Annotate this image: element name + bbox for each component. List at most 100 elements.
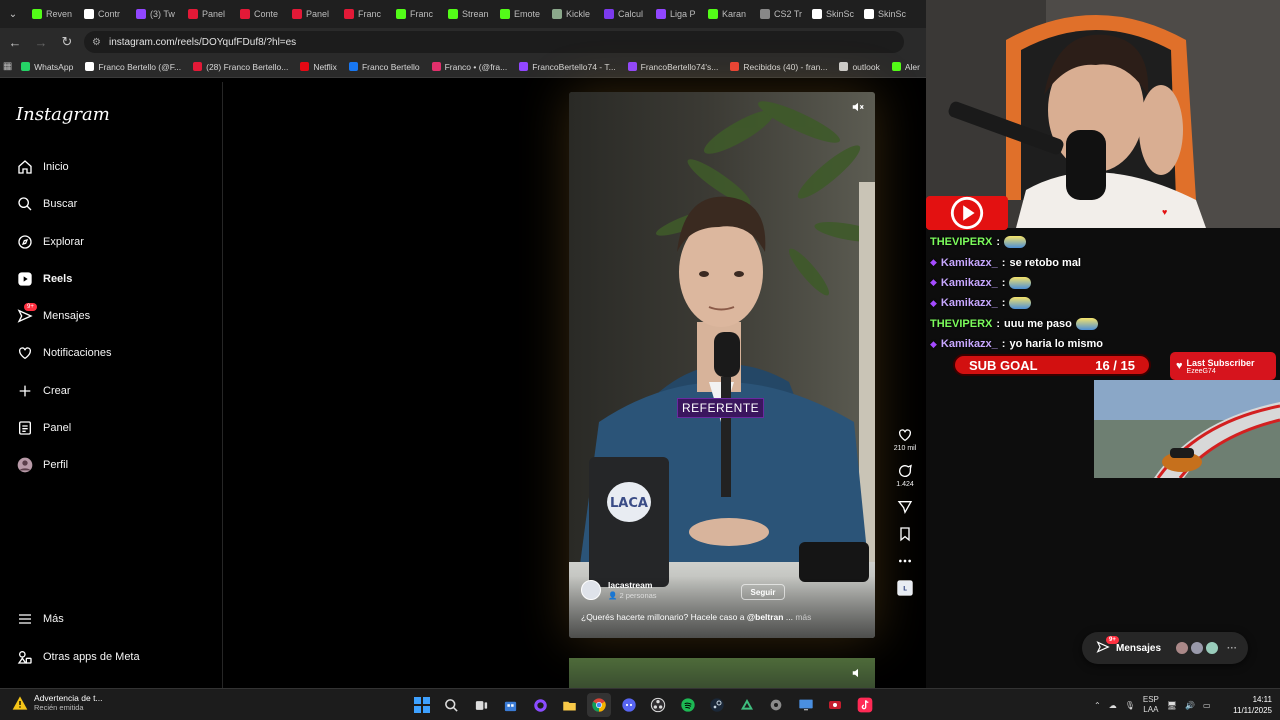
site-info-icon[interactable]: ⚙ (92, 37, 101, 48)
author-name[interactable]: lacastream (608, 580, 657, 590)
chevron-up-icon[interactable]: ⌃ (1094, 701, 1101, 710)
audio-thumbnail[interactable]: L (897, 580, 913, 596)
caption-more-link[interactable]: más (795, 612, 811, 622)
browser-tab[interactable]: (3) Tw (130, 0, 182, 28)
caption-mention[interactable]: @beltran (747, 612, 784, 622)
browser-tab[interactable]: Contr (78, 0, 130, 28)
chrome-icon[interactable] (587, 693, 611, 717)
bookmark-item[interactable]: outlook (833, 62, 885, 72)
apps-grid-icon[interactable]: ▦ (0, 61, 15, 72)
comment-button[interactable]: 1.424 (896, 463, 914, 488)
microphone-icon[interactable]: 🎙 (1125, 701, 1135, 710)
reel-video[interactable]: LACA REFERENTE lacastream 👤 2 personas S… (569, 92, 875, 638)
meta-apps-menu[interactable]: Otras apps de Meta (16, 643, 140, 671)
author-avatar[interactable] (581, 580, 601, 600)
network-icon[interactable]: 🖥 (1167, 701, 1177, 710)
share-button[interactable] (897, 499, 913, 515)
like-button[interactable]: 210 mil (894, 427, 916, 452)
reload-icon[interactable]: ↻ (56, 31, 78, 53)
messages-badge: 9+ (1106, 636, 1119, 644)
nav-item-notificaciones[interactable]: Notificaciones (16, 339, 111, 367)
settings-icon[interactable] (764, 693, 788, 717)
more-menu[interactable]: Más (16, 605, 64, 633)
cloud-icon[interactable]: ☁ (1109, 701, 1117, 710)
nav-item-mensajes[interactable]: 9+ Mensajes (16, 302, 90, 330)
game-launcher-icon[interactable] (735, 693, 759, 717)
browser-tab[interactable]: Conte (234, 0, 286, 28)
bookmark-item[interactable]: Franco • (@fra... (426, 62, 514, 72)
nav-item-panel[interactable]: Panel (16, 414, 71, 442)
nav-item-perfil[interactable]: Perfil (16, 451, 68, 479)
windows-start-icon[interactable] (410, 693, 434, 717)
back-icon[interactable]: ← (4, 31, 26, 53)
browser-tab[interactable]: Panel (286, 0, 338, 28)
next-reel-mute-icon[interactable] (851, 666, 865, 685)
copilot-icon[interactable] (528, 693, 552, 717)
browser-tab[interactable]: SkinSc (806, 0, 858, 28)
browser-tab[interactable]: Kickle (546, 0, 598, 28)
dashboard-icon (16, 420, 33, 437)
browser-tab[interactable]: Calcul (598, 0, 650, 28)
url-input[interactable]: ⚙ instagram.com/reels/DOYqufFDuf8/?hl=es (84, 31, 904, 53)
search-icon[interactable] (440, 693, 464, 717)
bookmark-item[interactable]: Franco Bertello (@F... (79, 62, 187, 72)
tiktok-icon[interactable] (853, 693, 877, 717)
taskbar-notification[interactable]: Advertencia de t... Recién emitida (12, 693, 103, 712)
instagram-logo[interactable]: Instagram (16, 104, 110, 125)
reel-author[interactable]: lacastream 👤 2 personas (581, 580, 657, 600)
store-icon[interactable] (499, 693, 523, 717)
browser-tab[interactable]: Panel (182, 0, 234, 28)
nav-item-inicio[interactable]: Inicio (16, 153, 69, 181)
nav-label: Explorar (43, 236, 84, 248)
language-indicator[interactable]: ESP LAA (1143, 695, 1159, 715)
bookmark-item[interactable]: FrancoBertello74's... (622, 62, 725, 72)
forward-icon[interactable]: → (30, 31, 52, 53)
nav-item-reels[interactable]: Reels (16, 265, 72, 293)
bookmark-item[interactable]: Aler (886, 62, 926, 72)
nav-item-explorar[interactable]: Explorar (16, 228, 84, 256)
emote-icon (1004, 236, 1027, 249)
bookmark-item[interactable]: WhatsApp (15, 62, 79, 72)
browser-tab[interactable]: Reven (26, 0, 78, 28)
nav-label: Crear (43, 385, 71, 397)
browser-tab[interactable]: CS2 Tr (754, 0, 806, 28)
nav-item-buscar[interactable]: Buscar (16, 190, 77, 218)
clock[interactable]: 14:11 11/11/2025 (1233, 694, 1272, 716)
recorder-icon[interactable] (823, 693, 847, 717)
more-options-button[interactable] (897, 553, 913, 569)
bookmark-item[interactable]: Franco Bertello (343, 62, 426, 72)
follow-button[interactable]: Seguir (741, 584, 785, 600)
tab-favicon-icon (500, 9, 510, 19)
chat-username: THEVIPERX (930, 317, 993, 330)
browser-tab[interactable]: Emote (494, 0, 546, 28)
mute-icon[interactable] (851, 100, 865, 114)
browser-tab[interactable]: Franc (390, 0, 442, 28)
steam-icon[interactable] (705, 693, 729, 717)
browser-tab[interactable]: Franc (338, 0, 390, 28)
browser-tab[interactable]: Strean (442, 0, 494, 28)
save-button[interactable] (897, 526, 913, 542)
battery-icon[interactable]: ▭ (1203, 701, 1211, 710)
monitor-icon[interactable] (794, 693, 818, 717)
bookmark-item[interactable]: (28) Franco Bertello... (187, 62, 294, 72)
heart-icon: ♥ (1162, 207, 1168, 217)
discord-icon[interactable] (617, 693, 641, 717)
nav-item-crear[interactable]: Crear (16, 377, 71, 405)
spotify-icon[interactable] (676, 693, 700, 717)
nav-label: Buscar (43, 198, 78, 210)
messages-pill[interactable]: 9+ Mensajes ··· (1082, 632, 1248, 664)
bookmark-item[interactable]: Recibidos (40) - fran... (724, 62, 833, 72)
avatar (1175, 641, 1190, 655)
obs-icon[interactable] (646, 693, 670, 717)
chat-message: THEVIPERX: uuu me paso (930, 314, 1280, 334)
task-view-icon[interactable] (469, 693, 493, 717)
file-explorer-icon[interactable] (558, 693, 582, 717)
bookmark-item[interactable]: FrancoBertello74 - T... (513, 62, 621, 72)
browser-tab[interactable]: Karan (702, 0, 754, 28)
volume-icon[interactable]: 🔊 (1185, 701, 1195, 710)
next-reel-preview[interactable] (569, 658, 875, 688)
bookmark-item[interactable]: Netflix (294, 62, 343, 72)
browser-tab[interactable]: SkinSc (858, 0, 910, 28)
browser-tab[interactable]: Liga P (650, 0, 702, 28)
tab-search-icon[interactable]: ⌄ (0, 0, 26, 28)
